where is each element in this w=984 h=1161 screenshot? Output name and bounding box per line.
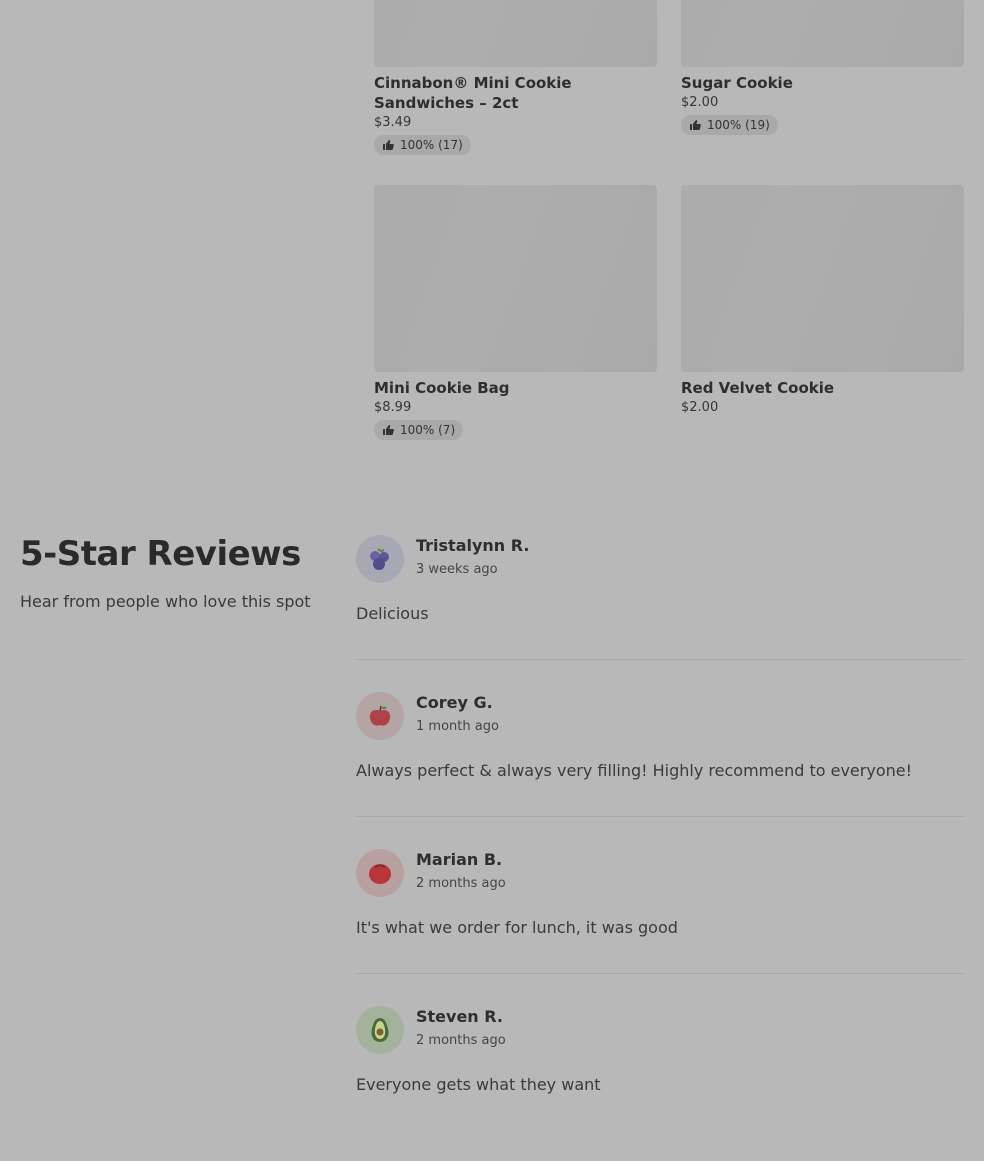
- avatar: [356, 692, 404, 740]
- review-author: Tristalynn R.: [416, 536, 530, 555]
- product-price: $3.49: [374, 115, 412, 130]
- product-name[interactable]: Cinnabon® Mini Cookie Sandwiches – 2ct: [374, 73, 657, 113]
- review-text: Everyone gets what they want: [356, 1075, 601, 1094]
- review-time: 1 month ago: [416, 719, 499, 734]
- review-text: It's what we order for lunch, it was goo…: [356, 918, 678, 937]
- review-item: Marian B. 2 months ago It's what we orde…: [356, 847, 964, 1004]
- product-image[interactable]: [374, 185, 657, 372]
- thumbs-up-icon: [690, 120, 701, 130]
- product-card-cinnabon[interactable]: Cinnabon® Mini Cookie Sandwiches – 2ct $…: [374, 0, 657, 155]
- review-time: 2 months ago: [416, 1033, 506, 1048]
- avatar: [356, 849, 404, 897]
- product-price: $8.99: [374, 400, 412, 415]
- review-time: 2 months ago: [416, 876, 506, 891]
- review-item: Steven R. 2 months ago Everyone gets wha…: [356, 1004, 964, 1161]
- rating-value: 100% (17): [400, 138, 463, 152]
- divider: [356, 816, 964, 817]
- thumbs-up-icon: [383, 425, 394, 435]
- product-price: $2.00: [681, 95, 719, 110]
- thumbs-up-icon: [383, 140, 394, 150]
- apple-icon: [369, 705, 391, 726]
- review-author: Steven R.: [416, 1007, 503, 1026]
- rating-value: 100% (19): [707, 118, 770, 132]
- review-time: 3 weeks ago: [416, 562, 498, 577]
- product-name[interactable]: Mini Cookie Bag: [374, 378, 657, 398]
- tomato-icon: [369, 864, 391, 884]
- blueberry-icon: [370, 548, 389, 570]
- product-image[interactable]: [681, 0, 964, 67]
- product-name[interactable]: Red Velvet Cookie: [681, 378, 964, 398]
- rating-badge: 100% (19): [681, 115, 778, 135]
- product-image[interactable]: [681, 185, 964, 372]
- review-author: Corey G.: [416, 693, 493, 712]
- product-image[interactable]: [374, 0, 657, 67]
- rating-badge: 100% (17): [374, 135, 471, 155]
- review-item: Tristalynn R. 3 weeks ago Delicious: [356, 533, 964, 690]
- divider: [356, 659, 964, 660]
- avatar: [356, 1006, 404, 1054]
- review-item: Corey G. 1 month ago Always perfect & al…: [356, 690, 964, 847]
- rating-value: 100% (7): [400, 423, 456, 437]
- review-text: Always perfect & always very filling! Hi…: [356, 761, 912, 780]
- product-name[interactable]: Sugar Cookie: [681, 73, 964, 93]
- review-list: Tristalynn R. 3 weeks ago Delicious Core…: [356, 533, 964, 1161]
- rating-badge: 100% (7): [374, 420, 464, 440]
- review-author: Marian B.: [416, 850, 503, 869]
- product-card-sugar-cookie[interactable]: Sugar Cookie $2.00 100% (19): [681, 0, 964, 135]
- avocado-icon: [371, 1018, 389, 1042]
- reviews-subtitle: Hear from people who love this spot: [20, 592, 311, 611]
- product-card-mini-cookie-bag[interactable]: Mini Cookie Bag $8.99 100% (7): [374, 185, 657, 440]
- product-price: $2.00: [681, 400, 719, 415]
- divider: [356, 973, 964, 974]
- review-text: Delicious: [356, 604, 429, 623]
- reviews-title: 5-Star Reviews: [20, 534, 301, 574]
- product-card-red-velvet-cookie[interactable]: Red Velvet Cookie $2.00: [681, 185, 964, 415]
- avatar: [356, 535, 404, 583]
